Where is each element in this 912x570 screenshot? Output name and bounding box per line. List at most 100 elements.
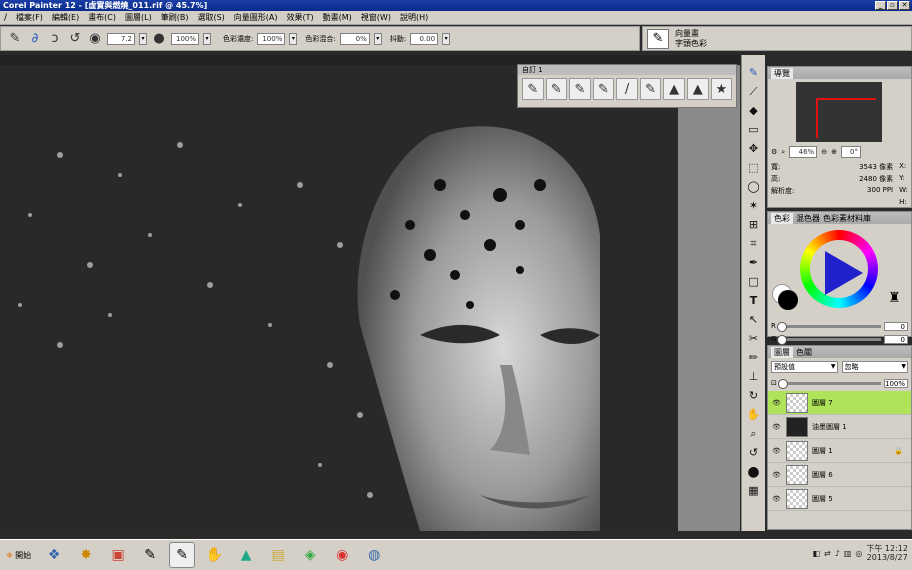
layer-row[interactable]: 👁 圖層 6 xyxy=(768,463,911,487)
clock[interactable]: 下午 12:12 2013/8/27 xyxy=(866,544,908,562)
rotation-field[interactable]: 0° xyxy=(840,146,861,158)
palette-brush-2-icon[interactable]: ✎ xyxy=(545,78,568,100)
layer-row[interactable]: 👁 圖層 5 xyxy=(768,487,911,511)
rotate-page-icon[interactable]: ↻ xyxy=(745,388,763,403)
palette-brush-1-icon[interactable]: ✎ xyxy=(522,78,544,100)
brush-app-icon[interactable]: ✎ xyxy=(137,542,163,568)
tray-icon[interactable]: ◧ xyxy=(812,549,820,558)
paper-swatch-icon[interactable]: ▦ xyxy=(745,483,763,498)
zoom-out-icon[interactable]: ⊖ xyxy=(821,148,827,156)
eraser-tool-icon[interactable]: ▭ xyxy=(745,122,763,137)
brush-tool-icon[interactable]: ✎ xyxy=(745,65,763,80)
hand-app-icon[interactable]: ✋ xyxy=(201,542,227,568)
drive-app-icon[interactable]: ▲ xyxy=(233,542,259,568)
restore-button[interactable]: ▫ xyxy=(887,1,898,10)
dropper-tool-icon[interactable]: ⟋ xyxy=(745,84,763,99)
navigator-settings-icon[interactable]: ⚙ xyxy=(771,148,777,156)
paint-bucket-icon[interactable]: ◆ xyxy=(745,103,763,118)
cloner-icon[interactable]: ✏ xyxy=(745,350,763,365)
freehand-stroke-icon[interactable]: ∂ xyxy=(27,31,43,47)
tab-mixer[interactable]: 混色器 xyxy=(796,213,820,224)
transform-icon[interactable]: ⊞ xyxy=(745,217,763,232)
r-value[interactable]: 0 xyxy=(884,321,908,331)
tab-channels[interactable]: 色關 xyxy=(796,347,812,358)
network-icon[interactable]: ▥ xyxy=(844,549,852,558)
layer-row[interactable]: 👁 圖層 7 xyxy=(768,391,911,415)
layer-opacity-value[interactable]: 100% xyxy=(884,378,908,388)
lock-icon[interactable]: ⊡ xyxy=(771,379,777,387)
chrome-icon[interactable]: ◉ xyxy=(329,542,355,568)
main-color-swatch[interactable]: ● xyxy=(745,464,763,480)
menu-layers[interactable]: 圖層(L) xyxy=(125,12,152,23)
color-mix-field[interactable]: 0% xyxy=(339,32,370,45)
straight-line-icon[interactable]: ↄ xyxy=(47,31,63,47)
composite-depth-select[interactable]: 忽略 xyxy=(841,361,908,373)
canvas[interactable] xyxy=(0,65,678,531)
menu-select[interactable]: 選取(S) xyxy=(197,12,224,23)
game-app-icon[interactable]: ✸ xyxy=(73,542,99,568)
layer-opacity-slider[interactable] xyxy=(777,378,881,389)
tray-icon[interactable]: ◎ xyxy=(855,549,862,558)
visibility-eye-icon[interactable]: 👁 xyxy=(772,471,782,479)
shape-selection-icon[interactable]: ↖ xyxy=(745,312,763,327)
palette-brush-6-icon[interactable]: ✎ xyxy=(639,78,662,100)
grabber-hand-icon[interactable]: ✋ xyxy=(745,407,763,422)
oval-select-icon[interactable]: ◯ xyxy=(745,179,763,194)
jitter-spinner[interactable]: ▾ xyxy=(442,32,451,45)
rect-select-icon[interactable]: ⬚ xyxy=(745,160,763,175)
navigator-preview[interactable] xyxy=(796,82,882,142)
windows-orb-icon[interactable]: ❖ xyxy=(41,542,67,568)
painter-app-icon[interactable]: ✎ xyxy=(169,542,196,568)
menu-brushes[interactable]: 筆刷(B) xyxy=(161,12,189,23)
visibility-eye-icon[interactable]: 👁 xyxy=(772,399,782,407)
layer-adjuster-icon[interactable]: ✥ xyxy=(745,141,763,156)
tab-navigator[interactable]: 導覽 xyxy=(771,67,793,79)
rotate-icon[interactable]: ↺ xyxy=(745,445,763,460)
color-density-field[interactable]: 100% xyxy=(257,32,286,45)
crop-tool-icon[interactable]: ⌗ xyxy=(745,236,763,251)
menu-edit[interactable]: 編輯(E) xyxy=(52,12,79,23)
tab-color-sets[interactable]: 色彩素材料庫 xyxy=(823,213,871,224)
palette-brush-8-icon[interactable]: ▲ xyxy=(686,78,709,100)
size-spinner[interactable]: ▾ xyxy=(139,32,147,45)
color-mix-spinner[interactable]: ▾ xyxy=(373,32,382,45)
palette-brush-7-icon[interactable]: ▲ xyxy=(663,78,685,100)
jitter-field[interactable]: 0.00 xyxy=(410,32,439,45)
text-tool-icon[interactable]: T xyxy=(745,293,763,308)
menu-canvas[interactable]: 畫布(C) xyxy=(88,12,116,23)
visibility-eye-icon[interactable]: 👁 xyxy=(772,423,782,431)
folder-app-icon[interactable]: ▤ xyxy=(265,542,291,568)
brush-tool-icon[interactable]: ✎ xyxy=(7,31,23,47)
start-button[interactable]: ❖ 開始 xyxy=(2,544,35,566)
composite-method-select[interactable]: 預設值 xyxy=(771,361,838,373)
zoom-icon[interactable]: ⌕ xyxy=(781,148,785,157)
volume-icon[interactable]: ♪ xyxy=(835,549,840,558)
visibility-eye-icon[interactable]: 👁 xyxy=(772,495,782,503)
powerpoint-icon[interactable]: ▣ xyxy=(105,542,131,568)
tab-color[interactable]: 色彩 xyxy=(771,212,793,224)
g-value[interactable]: 0 xyxy=(884,334,908,344)
r-slider[interactable] xyxy=(776,321,881,332)
saturation-triangle[interactable] xyxy=(825,251,863,295)
palette-star-icon[interactable]: ★ xyxy=(710,78,733,100)
opacity-spinner[interactable]: ▾ xyxy=(203,32,211,45)
visibility-eye-icon[interactable]: 👁 xyxy=(772,447,782,455)
layer-lock-icon[interactable]: 🔒 xyxy=(894,447,911,455)
minimize-button[interactable]: _ xyxy=(875,1,886,10)
brush-selector[interactable]: ✎ 向量畫 字頭色彩 xyxy=(642,26,912,51)
zoom-in-icon[interactable]: ⊕ xyxy=(831,148,837,156)
rectangle-shape-icon[interactable]: □ xyxy=(745,274,763,289)
green-app-icon[interactable]: ◈ xyxy=(297,542,323,568)
menu-movie[interactable]: 動畫(M) xyxy=(323,12,352,23)
zoom-field[interactable]: 46% xyxy=(789,146,818,158)
color-stamp-icon[interactable]: ♜ xyxy=(888,290,901,306)
palette-brush-5-icon[interactable]: / xyxy=(616,78,638,100)
size-field[interactable]: 7.2 xyxy=(107,32,135,45)
menu-shapes[interactable]: 向量圖形(A) xyxy=(234,12,278,23)
reset-tool-icon[interactable]: ↺ xyxy=(67,31,83,47)
divine-proportion-icon[interactable]: ⊥ xyxy=(745,369,763,384)
thunderbird-icon[interactable]: ◍ xyxy=(361,542,387,568)
opacity-field[interactable]: 100% xyxy=(171,32,199,45)
main-color-swatch[interactable] xyxy=(778,290,798,310)
scissors-icon[interactable]: ✂ xyxy=(745,331,763,346)
